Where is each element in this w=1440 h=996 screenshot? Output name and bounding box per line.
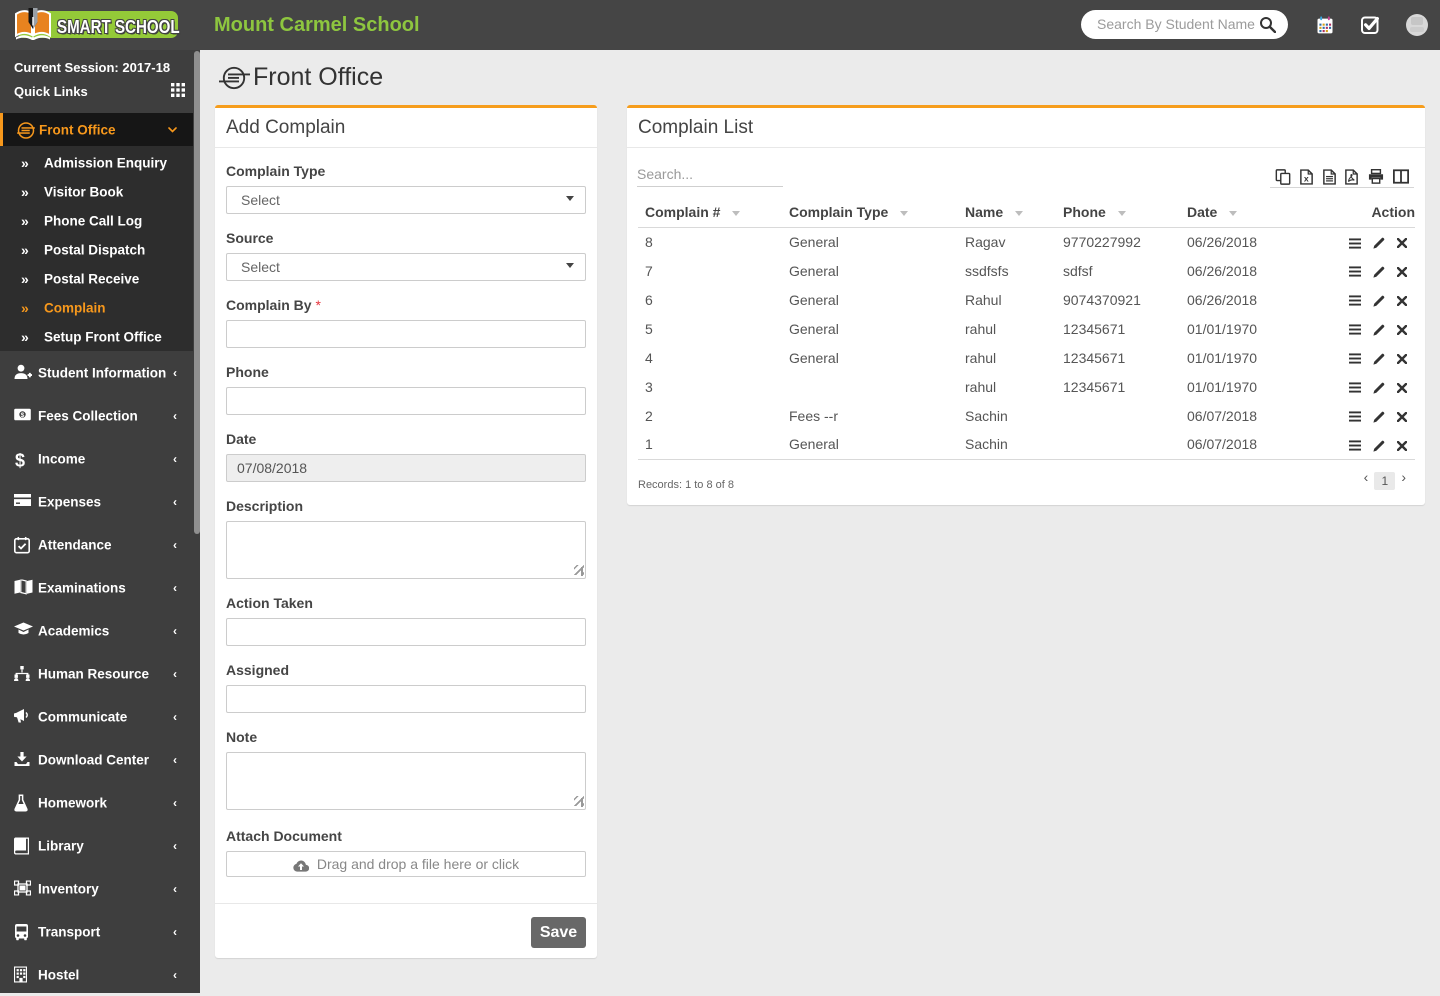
svg-text:$: $ (21, 411, 25, 418)
svg-text:x: x (1304, 173, 1309, 183)
svg-text:$: $ (15, 450, 25, 469)
